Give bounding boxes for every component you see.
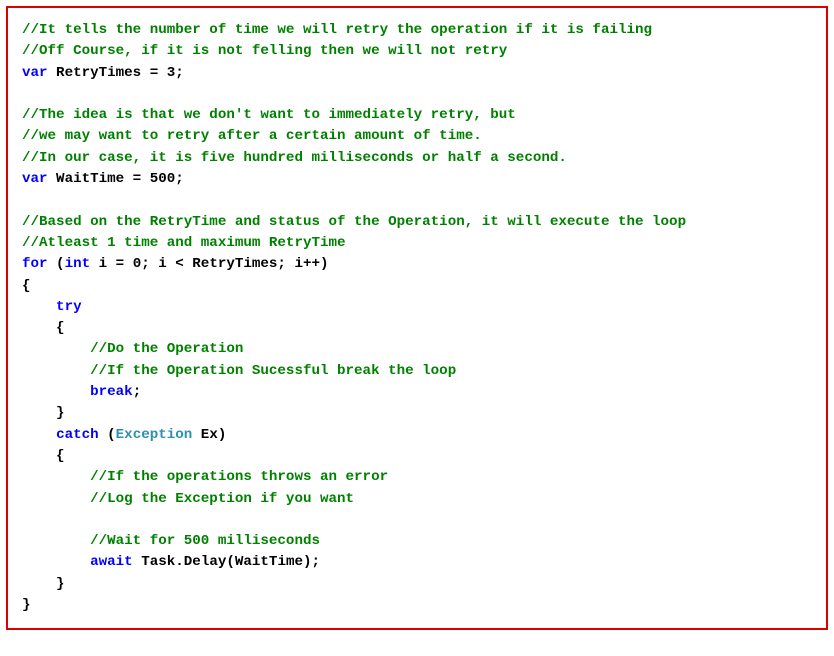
comment-line: //Based on the RetryTime and status of t… (22, 214, 686, 230)
keyword-var: var (22, 171, 48, 187)
code-text: ; (133, 384, 142, 400)
code-text: WaitTime = 500; (48, 171, 184, 187)
comment-line: //Do the Operation (22, 341, 243, 357)
type-exception: Exception (116, 427, 193, 443)
brace: } (22, 576, 65, 592)
keyword-await: await (90, 554, 133, 570)
comment-line: //In our case, it is five hundred millis… (22, 150, 567, 166)
comment-line: //Off Course, if it is not felling then … (22, 43, 507, 59)
comment-line: //Atleast 1 time and maximum RetryTime (22, 235, 346, 251)
comment-line: //If the Operation Sucessful break the l… (22, 363, 456, 379)
comment-line: //If the operations throws an error (22, 469, 388, 485)
code-text: ( (99, 427, 116, 443)
code-block: //It tells the number of time we will re… (6, 6, 828, 630)
code-text: Task.Delay(WaitTime); (133, 554, 320, 570)
code-text: RetryTimes = 3; (48, 65, 184, 81)
keyword-catch: catch (56, 427, 99, 443)
comment-line: //Log the Exception if you want (22, 491, 354, 507)
keyword-for: for (22, 256, 48, 272)
brace: } (22, 405, 65, 421)
keyword-int: int (65, 256, 91, 272)
comment-line: //we may want to retry after a certain a… (22, 128, 482, 144)
code-text: Ex) (192, 427, 226, 443)
indent (22, 554, 90, 570)
indent (22, 427, 56, 443)
keyword-var: var (22, 65, 48, 81)
brace: { (22, 320, 65, 336)
comment-line: //It tells the number of time we will re… (22, 22, 652, 38)
brace: { (22, 278, 31, 294)
brace: } (22, 597, 31, 613)
keyword-break: break (90, 384, 133, 400)
keyword-try: try (22, 299, 82, 315)
comment-line: //The idea is that we don't want to imme… (22, 107, 516, 123)
comment-line: //Wait for 500 milliseconds (22, 533, 320, 549)
code-text: ( (48, 256, 65, 272)
indent (22, 384, 90, 400)
code-text: i = 0; i < RetryTimes; i++) (90, 256, 328, 272)
brace: { (22, 448, 65, 464)
